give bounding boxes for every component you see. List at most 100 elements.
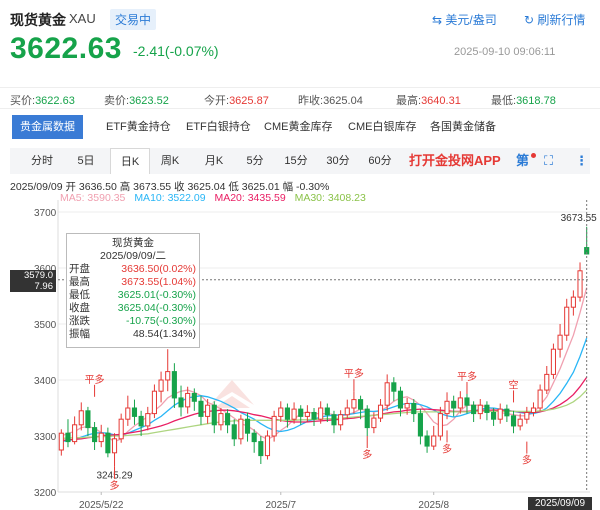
candle-body [570, 296, 576, 308]
candle-body [251, 432, 257, 443]
last-price: 3622.63 [10, 32, 122, 65]
period-intraday[interactable]: 分时 [24, 148, 60, 174]
x-tick-label: 2025/5/22 [79, 500, 124, 510]
period-30min[interactable]: 30分 [320, 148, 356, 174]
candle-body [338, 414, 344, 426]
tab-cme-gold[interactable]: CME黄金库存 [256, 115, 340, 139]
tab-cme-silver[interactable]: CME白银库存 [340, 115, 424, 139]
price-change: -2.41(-0.07%) [133, 43, 219, 59]
candle-body [544, 373, 550, 391]
signal-label: 平多 [85, 373, 105, 386]
x-axis-labels: 2025/5/22 2025/7 2025/8 [79, 492, 449, 510]
candle-body [391, 382, 397, 392]
candle-body [377, 404, 384, 419]
candle-body [298, 408, 304, 417]
tooltip-row-high: 最高 3673.55(1.04%) [69, 276, 196, 288]
candle-body [437, 413, 443, 437]
candle-body [491, 411, 497, 420]
candle-body [111, 438, 118, 454]
candle-body [477, 404, 483, 415]
candle-body [424, 435, 430, 447]
candle-body [397, 390, 404, 409]
x-tick-label: 2025/8 [418, 500, 449, 510]
period-monthly-k[interactable]: 月K [196, 148, 232, 174]
unit-toggle-button[interactable]: ⇆ 美元/盎司 [432, 11, 497, 28]
period-15min[interactable]: 15分 [278, 148, 314, 174]
candle-body [145, 413, 151, 427]
instrument-name: 现货黄金 [10, 12, 66, 28]
trading-state-badge: 交易中 [110, 9, 157, 30]
candle-body [304, 411, 310, 417]
candle-body [198, 400, 204, 417]
open-app-link[interactable]: 打开金投网APP [409, 148, 501, 174]
candle-body [258, 441, 264, 457]
tab-gold-reserves[interactable]: 各国黄金储备 [422, 115, 504, 139]
candle-body [497, 408, 503, 420]
candle-body [344, 407, 350, 416]
candle-body [118, 418, 124, 440]
candle-body [151, 390, 157, 415]
candle-body [92, 427, 98, 443]
candle-body [138, 415, 144, 427]
header: 现货黄金 XAU 交易中 ⇆ 美元/盎司 ↻ 刷新行情 [10, 8, 590, 30]
candle-body [178, 397, 184, 408]
candle-body [464, 397, 470, 406]
crosshair-date-tag: 2025/09/09 [528, 497, 592, 510]
candle-body [444, 400, 450, 415]
period-5min[interactable]: 5分 [238, 148, 272, 174]
tab-precious-metal-data[interactable]: 贵金属数据 [12, 115, 83, 139]
period-daily-k[interactable]: 日K [110, 148, 150, 174]
period-5day[interactable]: 5日 [68, 148, 104, 174]
indicator-button[interactable]: 第 [516, 148, 529, 174]
candle-body [351, 399, 357, 409]
candle-body [318, 407, 324, 420]
signal-label: 多 [362, 448, 372, 461]
candle-body [530, 407, 537, 413]
signal-label: 平多 [457, 370, 477, 383]
candle-body [78, 410, 84, 426]
candle-body [331, 414, 337, 426]
candle-body [98, 432, 104, 443]
swap-icon: ⇆ [432, 13, 446, 27]
candle-body [225, 413, 231, 426]
candle-body [238, 418, 244, 440]
candle-body [524, 411, 530, 420]
candle-body [510, 415, 517, 427]
period-weekly-k[interactable]: 周K [152, 148, 188, 174]
signal-label: 空 [509, 378, 519, 391]
candle-body [384, 382, 390, 406]
candle-body [131, 407, 138, 417]
candle-body [158, 379, 164, 392]
candle-body [264, 435, 271, 457]
candle-body [457, 397, 463, 409]
y-tick-label: 3700 [34, 208, 57, 219]
candle-body [271, 415, 277, 437]
candle-body [205, 404, 211, 417]
new-badge-dot [531, 153, 536, 158]
y-tick-label: 3300 [34, 432, 57, 443]
candle-body [504, 408, 510, 417]
candle-body [577, 270, 583, 298]
more-menu-icon[interactable]: ⋮ [575, 148, 588, 174]
signal-label: 平多 [344, 367, 364, 380]
instrument-code: XAU [69, 11, 96, 26]
quote-buy: 买价:3622.63 [10, 95, 75, 107]
candle-body [125, 407, 131, 420]
y-tick-label: 3500 [34, 320, 57, 331]
candle-body [364, 408, 370, 429]
candle-body [371, 417, 377, 429]
y-tick-label: 3200 [34, 488, 57, 499]
candle-body [484, 404, 490, 413]
candle-body [191, 392, 197, 402]
period-selector: 分时 5日 日K 周K 月K 5分 15分 30分 60分 打开金投网APP 第… [10, 148, 590, 174]
candle-body [291, 408, 297, 420]
candle-body [165, 371, 171, 381]
fullscreen-icon[interactable]: ⛶ [544, 148, 553, 174]
refresh-button[interactable]: ↻ 刷新行情 [524, 11, 585, 28]
quote-high: 最高:3640.31 [396, 95, 461, 107]
tab-etf-silver[interactable]: ETF白银持仓 [178, 115, 259, 139]
unit-toggle-label: 美元/盎司 [445, 13, 497, 27]
quote-open: 今开:3625.87 [204, 95, 269, 107]
period-60min[interactable]: 60分 [362, 148, 398, 174]
tab-etf-gold[interactable]: ETF黄金持仓 [98, 115, 179, 139]
